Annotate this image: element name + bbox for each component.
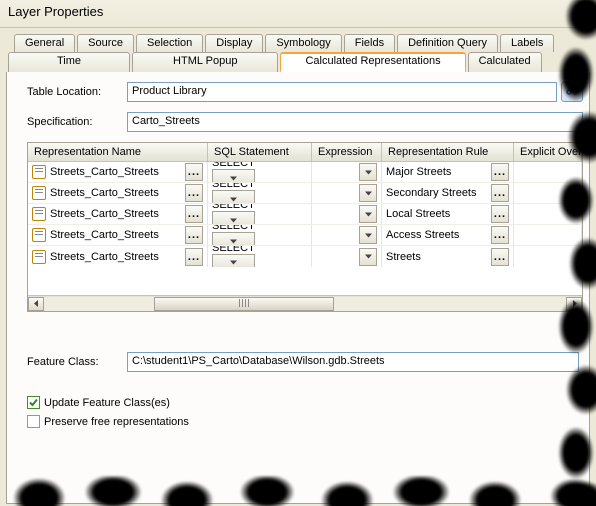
name-edit-button[interactable]: ...: [185, 226, 203, 244]
dropdown-arrow-icon: [230, 175, 237, 182]
table-location-browse-button[interactable]: [561, 82, 583, 102]
layer-properties-dialog: Layer Properties General Source Selectio…: [0, 0, 596, 506]
col-header-sql[interactable]: SQL Statement: [208, 143, 312, 161]
table-row[interactable]: Streets_Carto_Streets... SELECT Secondary…: [28, 183, 582, 204]
representation-icon: [32, 186, 46, 200]
grid-horizontal-scrollbar[interactable]: [28, 295, 582, 311]
representation-icon: [32, 228, 46, 242]
tab-selection[interactable]: Selection: [136, 34, 203, 52]
connect-icon: [566, 86, 578, 98]
name-edit-button[interactable]: ...: [185, 163, 203, 181]
cell-sql: SELECT: [212, 162, 255, 182]
representations-grid: Representation Name SQL Statement Expres…: [27, 142, 583, 312]
table-row[interactable]: Streets_Carto_Streets... SELECT Access St…: [28, 225, 582, 246]
tab-html-popup[interactable]: HTML Popup: [132, 52, 278, 72]
cell-name: Streets_Carto_Streets: [50, 208, 159, 220]
table-location-input[interactable]: Product Library: [127, 82, 557, 102]
sql-dropdown-button[interactable]: [212, 169, 255, 182]
tab-panel-calculated-representations: Table Location: Product Library Specific…: [6, 72, 590, 504]
dropdown-arrow-icon: [365, 253, 372, 260]
table-row[interactable]: Streets_Carto_Streets... SELECT Streets..…: [28, 246, 582, 267]
cell-sql: SELECT: [212, 204, 255, 224]
cell-name: Streets_Carto_Streets: [50, 251, 159, 263]
scroll-right-button[interactable]: [566, 297, 582, 311]
tabs: General Source Selection Display Symbolo…: [6, 34, 590, 72]
rule-edit-button[interactable]: ...: [491, 205, 509, 223]
tab-row-1: General Source Selection Display Symbolo…: [14, 34, 590, 52]
dialog-title: Layer Properties: [8, 4, 103, 19]
tab-fields[interactable]: Fields: [344, 34, 395, 52]
dropdown-arrow-icon: [365, 211, 372, 218]
rule-edit-button[interactable]: ...: [491, 226, 509, 244]
tab-calculated-representations[interactable]: Calculated Representations: [280, 52, 465, 72]
preserve-free-representations-checkbox[interactable]: [27, 415, 40, 428]
tab-calculated[interactable]: Calculated: [468, 52, 542, 72]
cell-rule: Access Streets: [386, 229, 459, 241]
scroll-track[interactable]: [44, 297, 566, 311]
scroll-left-button[interactable]: [28, 297, 44, 311]
rule-edit-button[interactable]: ...: [491, 163, 509, 181]
dropdown-arrow-icon: [230, 217, 237, 224]
tab-labels[interactable]: Labels: [500, 34, 554, 52]
update-feature-classes-checkbox[interactable]: [27, 396, 40, 409]
expression-dropdown-button[interactable]: [359, 163, 377, 181]
expression-dropdown-button[interactable]: [359, 205, 377, 223]
tab-display[interactable]: Display: [205, 34, 263, 52]
table-row[interactable]: Streets_Carto_Streets... SELECT Local Str…: [28, 204, 582, 225]
cell-rule: Secondary Streets: [386, 187, 477, 199]
cell-sql: SELECT: [212, 225, 255, 245]
sql-dropdown-button[interactable]: [212, 254, 255, 268]
arrow-right-icon: [571, 300, 578, 307]
table-row[interactable]: Streets_Carto_Streets... SELECT Major Str…: [28, 162, 582, 183]
feature-class-label: Feature Class:: [27, 356, 127, 368]
arrow-left-icon: [33, 300, 40, 307]
expression-dropdown-button[interactable]: [359, 248, 377, 266]
col-header-override[interactable]: Explicit Override: [514, 143, 582, 161]
dropdown-arrow-icon: [230, 196, 237, 203]
rule-edit-button[interactable]: ...: [491, 184, 509, 202]
update-feature-classes-label: Update Feature Class(es): [44, 397, 170, 409]
scroll-thumb[interactable]: [154, 297, 334, 311]
tab-definition-query[interactable]: Definition Query: [397, 34, 498, 52]
sql-dropdown-button[interactable]: [212, 211, 255, 224]
rule-edit-button[interactable]: ...: [491, 248, 509, 266]
cell-name: Streets_Carto_Streets: [50, 187, 159, 199]
representation-icon: [32, 250, 46, 264]
dropdown-arrow-icon: [365, 232, 372, 239]
representation-icon: [32, 165, 46, 179]
cell-rule: Streets: [386, 251, 421, 263]
cell-rule: Local Streets: [386, 208, 450, 220]
dropdown-arrow-icon: [365, 169, 372, 176]
cell-sql: SELECT: [212, 183, 255, 203]
tab-time[interactable]: Time: [8, 52, 130, 72]
specification-input[interactable]: Carto_Streets: [127, 112, 583, 132]
specification-label: Specification:: [27, 116, 127, 128]
col-header-rule[interactable]: Representation Rule: [382, 143, 514, 161]
cell-name: Streets_Carto_Streets: [50, 166, 159, 178]
preserve-free-representations-label: Preserve free representations: [44, 416, 189, 428]
tab-symbology[interactable]: Symbology: [265, 34, 341, 52]
tab-general[interactable]: General: [14, 34, 75, 52]
cell-rule: Major Streets: [386, 166, 451, 178]
name-edit-button[interactable]: ...: [185, 248, 203, 266]
name-edit-button[interactable]: ...: [185, 184, 203, 202]
tab-source[interactable]: Source: [77, 34, 134, 52]
table-location-label: Table Location:: [27, 86, 127, 98]
col-header-name[interactable]: Representation Name: [28, 143, 208, 161]
dropdown-arrow-icon: [365, 190, 372, 197]
cell-name: Streets_Carto_Streets: [50, 229, 159, 241]
sql-dropdown-button[interactable]: [212, 190, 255, 203]
name-edit-button[interactable]: ...: [185, 205, 203, 223]
representation-icon: [32, 207, 46, 221]
expression-dropdown-button[interactable]: [359, 226, 377, 244]
expression-dropdown-button[interactable]: [359, 184, 377, 202]
feature-class-input[interactable]: C:\student1\PS_Carto\Database\Wilson.gdb…: [127, 352, 579, 372]
col-header-expression[interactable]: Expression: [312, 143, 382, 161]
cell-sql: SELECT: [212, 246, 255, 267]
checkmark-icon: [29, 398, 38, 407]
tab-row-2: Time HTML Popup Calculated Representatio…: [8, 52, 590, 72]
dropdown-arrow-icon: [230, 238, 237, 245]
sql-dropdown-button[interactable]: [212, 232, 255, 245]
dropdown-arrow-icon: [230, 259, 237, 266]
